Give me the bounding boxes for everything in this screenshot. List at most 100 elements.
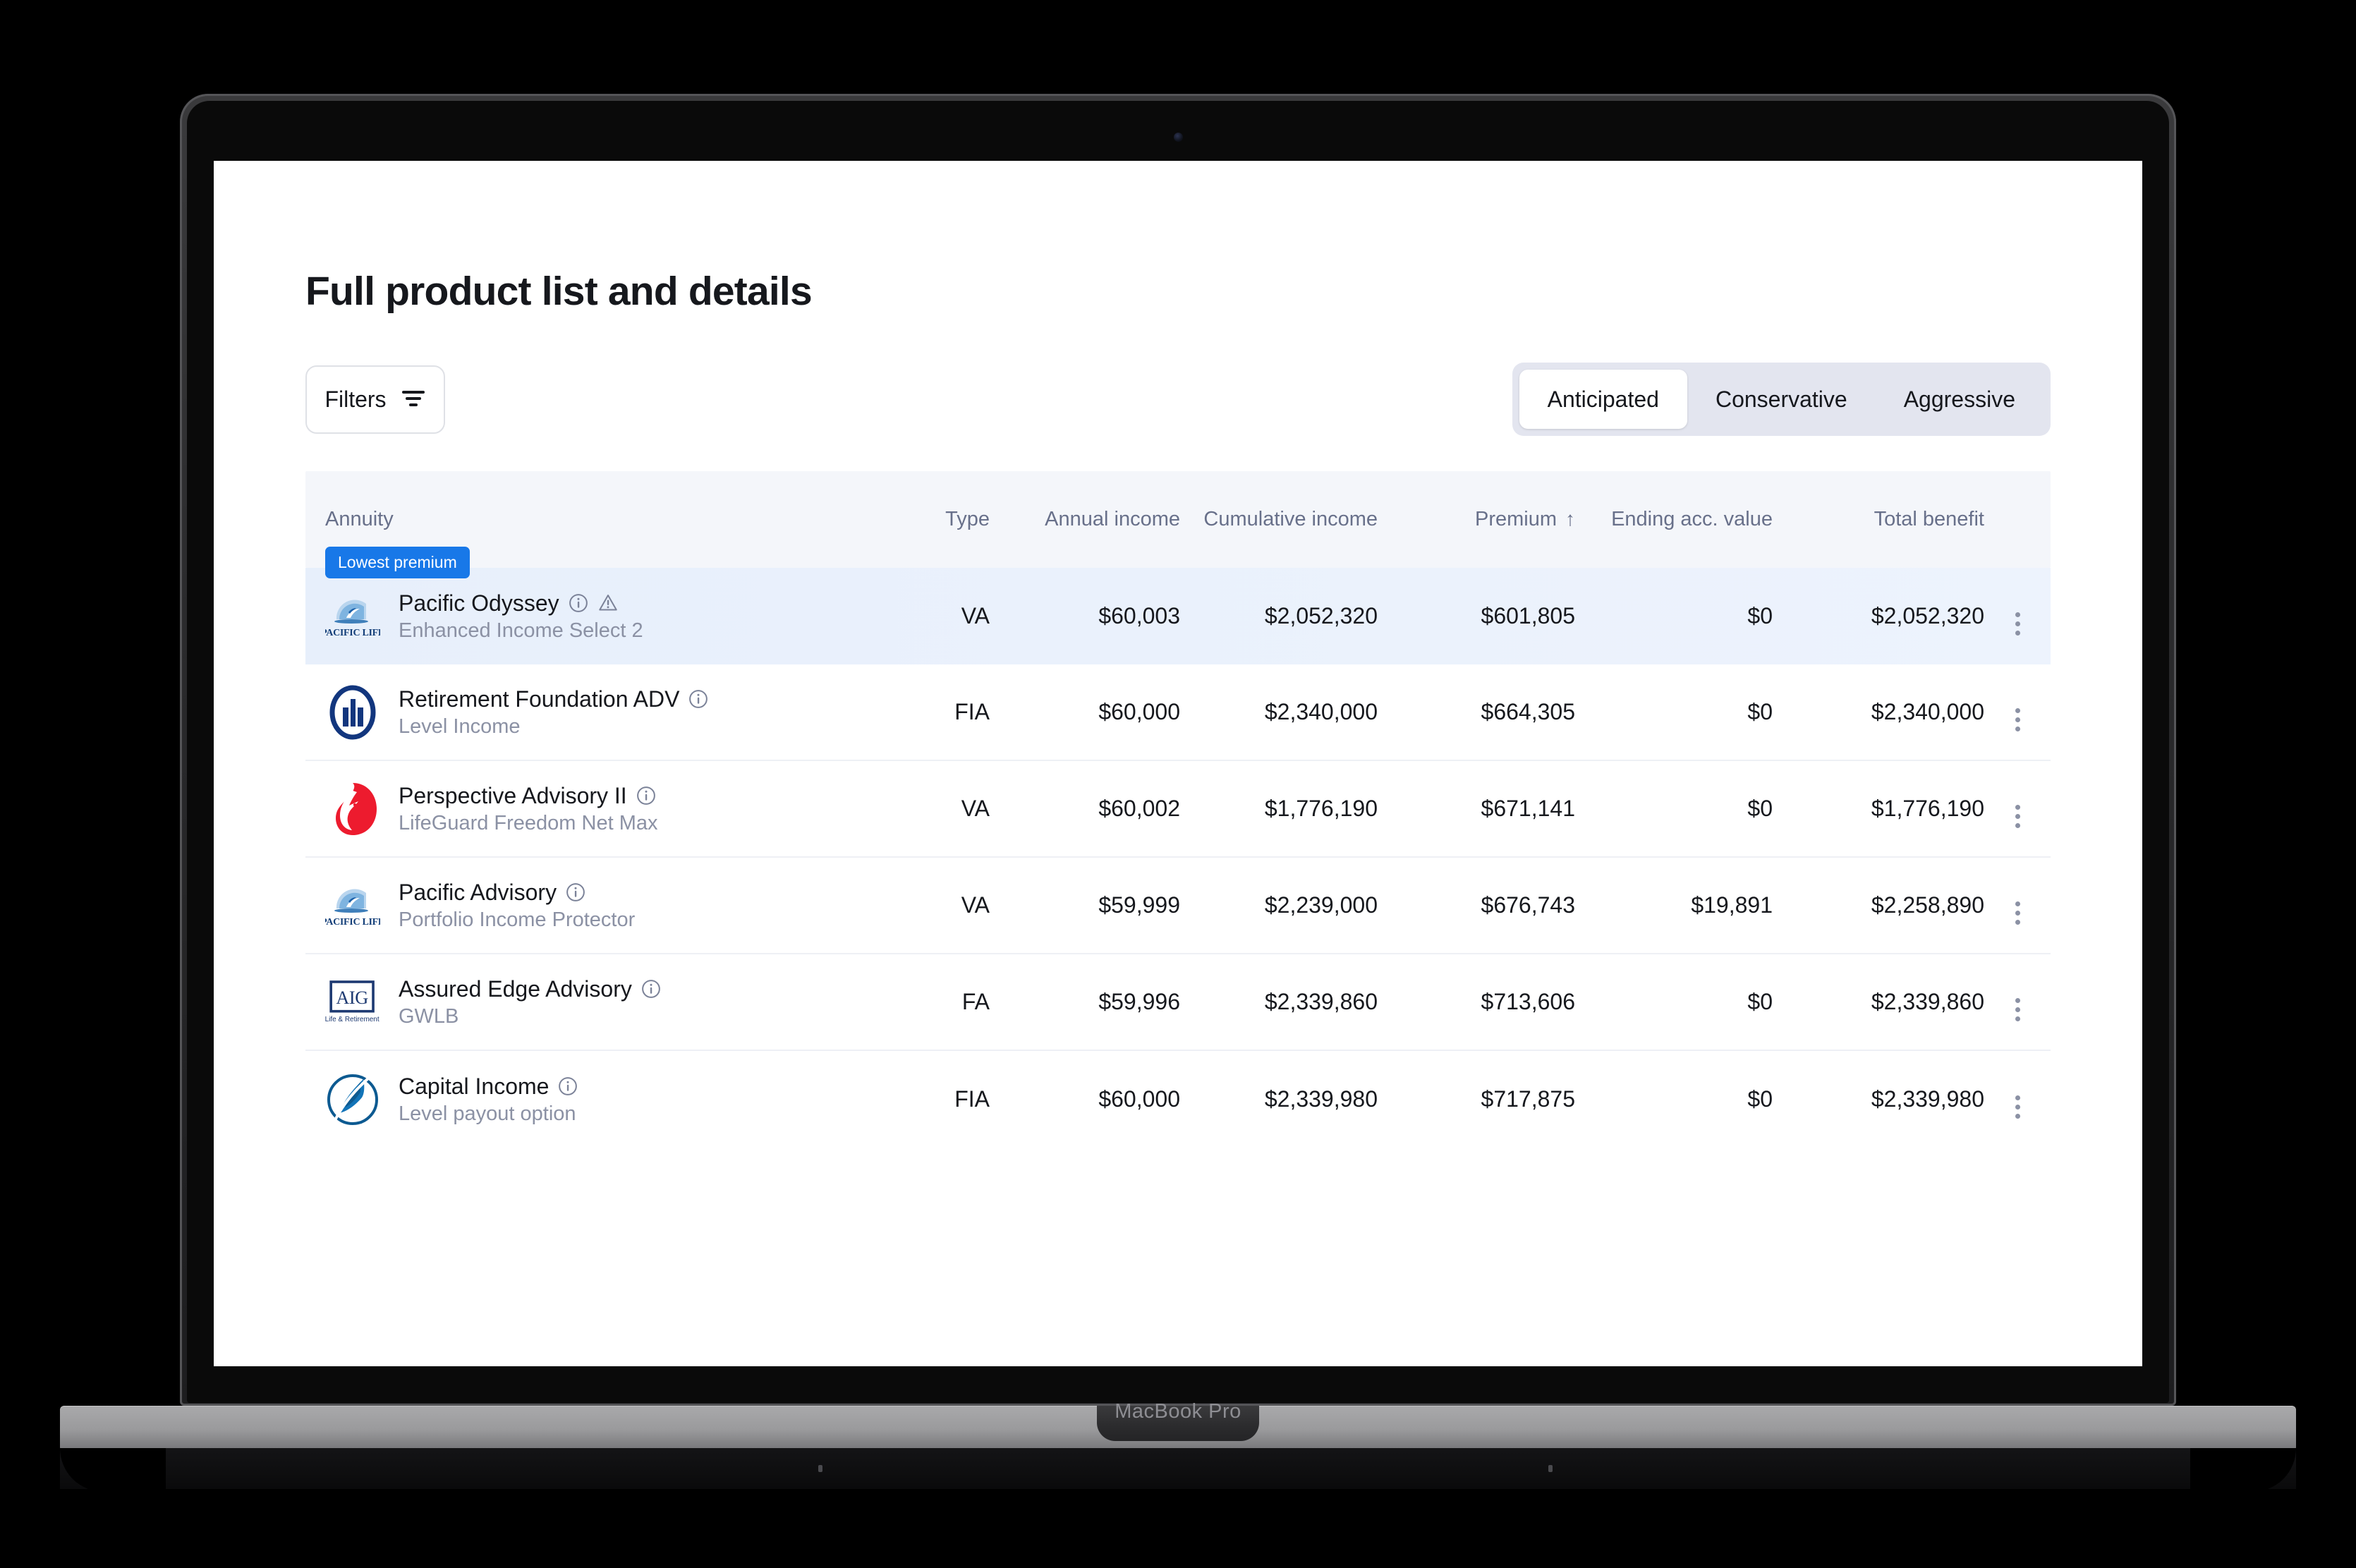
cell-actions[interactable] [1984,597,2051,636]
row-actions-button[interactable] [2015,901,2020,925]
column-header-annuity[interactable]: Annuity [305,506,870,532]
nationwide-logo [327,1074,378,1125]
cell-cumulative-income: $2,052,320 [1264,603,1378,628]
product-name: Perspective Advisory II [399,783,657,809]
table-row[interactable]: Lowest premium PACIFIC LIFE Pacific Odys… [305,547,2051,664]
cell-annual-income: $59,999 [1098,892,1180,918]
info-icon[interactable] [568,592,589,614]
cell-ending-acc-value: $0 [1747,603,1773,628]
cell-actions[interactable] [1984,693,2051,731]
allianz-logo [329,685,376,739]
cell-type: VA [961,796,990,821]
pacific-life-logo: PACIFIC LIFE [325,888,380,928]
cell-annuity: Perspective Advisory II LifeGuard Freedo… [305,782,870,837]
row-actions-button[interactable] [2015,998,2020,1021]
filter-icon [401,388,426,411]
table-row[interactable]: PACIFIC LIFE Pacific Advisory Portfolio … [305,858,2051,954]
aig-logo: AIG Life & Retirement [325,975,380,1030]
table-row[interactable]: Retirement Foundation ADV Level Income F… [305,664,2051,761]
scenario-segmented-control[interactable]: Anticipated Conservative Aggressive [1512,363,2051,436]
cell-actions[interactable] [1984,983,2051,1021]
pacific-life-logo: PACIFIC LIFE [325,589,380,644]
cell-annual-income: $60,000 [1098,699,1180,724]
cell-type: FA [961,989,990,1014]
product-text: Pacific Odyssey Enhanced Income Select 2 [399,590,643,643]
column-header-annual-income[interactable]: Annual income [990,506,1180,532]
row-actions-button[interactable] [2015,612,2020,636]
laptop-base-bottom [60,1448,2296,1489]
product-text: Capital Income Level payout option [399,1074,578,1126]
cell-annuity: Capital Income Level payout option [305,1072,870,1127]
pacific-life-logo: PACIFIC LIFE [325,599,380,638]
cell-annual-income: $60,000 [1098,1086,1180,1112]
product-identity: PACIFIC LIFE Pacific Advisory Portfolio … [325,878,870,933]
info-icon[interactable] [636,785,657,806]
column-header-ending-acc-value[interactable]: Ending acc. value [1575,506,1773,532]
cell-premium: $713,606 [1481,989,1575,1014]
table-row[interactable]: AIG Life & Retirement Assured Edge Advis… [305,954,2051,1051]
warning-icon[interactable] [597,592,619,614]
sort-ascending-icon[interactable]: ↑ [1565,506,1575,531]
product-text: Assured Edge Advisory GWLB [399,976,662,1028]
cell-total-benefit: $2,340,000 [1871,699,1984,724]
cell-type: VA [961,603,990,628]
cell-total-benefit: $2,339,980 [1871,1086,1984,1112]
product-subtitle: Enhanced Income Select 2 [399,619,643,642]
svg-text:PACIFIC LIFE: PACIFIC LIFE [325,917,380,928]
cell-type: FIA [954,1086,990,1112]
row-actions-button[interactable] [2015,1095,2020,1119]
page-title: Full product list and details [305,269,813,314]
row-actions-button[interactable] [2015,805,2020,828]
aig-logo: AIG Life & Retirement [325,980,379,1023]
scenario-tab-anticipated[interactable]: Anticipated [1519,370,1687,429]
cell-cumulative-income: $2,339,980 [1264,1086,1378,1112]
product-identity: PACIFIC LIFE Pacific Odyssey Enhanced In… [325,589,870,644]
cell-premium: $664,305 [1481,699,1575,724]
product-subtitle: GWLB [399,1004,459,1028]
info-icon[interactable] [557,1076,578,1097]
info-icon[interactable] [688,688,709,710]
cell-total-benefit: $2,258,890 [1871,892,1984,918]
product-name: Capital Income [399,1074,578,1100]
prudential-logo [336,782,377,835]
cell-cumulative-income: $2,339,860 [1264,989,1378,1014]
cell-ending-acc-value: $0 [1747,796,1773,821]
filters-button[interactable]: Filters [305,365,445,434]
table-header-row: Annuity Type Annual income Cumulative in… [305,471,2051,568]
cell-cumulative-income: $2,239,000 [1264,892,1378,918]
allianz-logo [325,685,380,740]
info-icon[interactable] [640,978,662,999]
cell-premium: $671,141 [1481,796,1575,821]
product-identity: Capital Income Level payout option [325,1072,870,1127]
column-header-premium[interactable]: Premium ↑ [1378,506,1575,532]
column-header-type[interactable]: Type [870,506,990,532]
column-header-total-benefit[interactable]: Total benefit [1773,506,1984,532]
product-name: Retirement Foundation ADV [399,686,709,712]
svg-text:PACIFIC LIFE: PACIFIC LIFE [325,628,380,638]
cell-actions[interactable] [1984,789,2051,828]
nationwide-logo [325,1072,380,1127]
scenario-tab-conservative[interactable]: Conservative [1687,370,1876,429]
cell-annual-income: $60,003 [1098,603,1180,628]
scenario-tab-anticipated-label: Anticipated [1547,386,1659,412]
laptop-mockup: Full product list and details Filters An… [0,0,2356,1568]
cell-ending-acc-value: $0 [1747,989,1773,1014]
table-row[interactable]: Capital Income Level payout option FIA $… [305,1051,2051,1148]
pacific-life-logo: PACIFIC LIFE [325,878,380,933]
column-header-cumulative-income[interactable]: Cumulative income [1180,506,1378,532]
scenario-tab-conservative-label: Conservative [1715,386,1847,412]
cell-actions[interactable] [1984,886,2051,925]
info-icon[interactable] [565,882,586,903]
webcam-icon [1174,133,1183,142]
product-identity: Retirement Foundation ADV Level Income [325,685,870,740]
table-row[interactable]: Perspective Advisory II LifeGuard Freedo… [305,761,2051,858]
cell-actions[interactable] [1984,1080,2051,1119]
cell-type: VA [961,892,990,918]
cell-premium: $676,743 [1481,892,1575,918]
product-name: Pacific Odyssey [399,590,643,616]
device-label: MacBook Pro [1115,1400,1241,1423]
cell-total-benefit: $2,339,860 [1871,989,1984,1014]
product-identity: Perspective Advisory II LifeGuard Freedo… [325,782,870,837]
row-actions-button[interactable] [2015,708,2020,731]
scenario-tab-aggressive[interactable]: Aggressive [1876,370,2044,429]
